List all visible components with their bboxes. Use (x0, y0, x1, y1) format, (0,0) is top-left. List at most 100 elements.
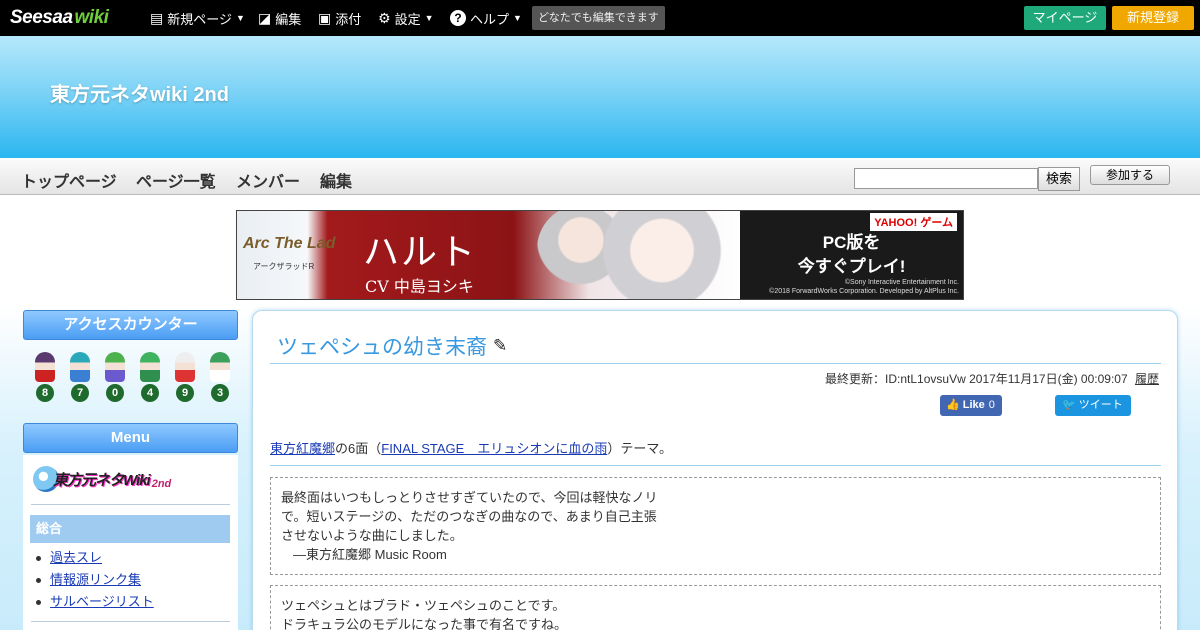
site-title[interactable]: 東方元ネタwiki 2nd (50, 78, 229, 107)
register-button[interactable]: 新規登録 (1112, 6, 1194, 30)
wiki-logo[interactable]: 東方元ネタWiki 2nd (33, 464, 185, 494)
tweet-label: ツイート (1078, 399, 1123, 411)
counter-digit-value: 9 (176, 384, 194, 402)
quote-line: で。短いステージの、ただのつなぎの曲なので、あまり自己主張 (281, 509, 657, 524)
mypage-button[interactable]: マイページ (1024, 6, 1106, 30)
sidebar-link-past-threads[interactable]: 過去スレ (50, 550, 102, 565)
menu-edit[interactable]: ◪ 編集 (258, 0, 301, 36)
counter-digit: 3 (205, 352, 235, 404)
sidebar-menu: 東方元ネタWiki 2nd 総合 過去スレ 情報源リンク集 サルベージリスト (23, 455, 238, 630)
gear-icon: ⚙ (378, 9, 391, 26)
chevron-down-icon: ▼ (424, 13, 434, 23)
menu-help[interactable]: ? ヘルプ ▼ (450, 0, 522, 36)
quote-line: ドラキュラ公のモデルになった事で有名ですね。 (281, 617, 568, 630)
banner-copyright-line2: ©2018 ForwardWorks Corporation. Develope… (769, 288, 959, 295)
history-link[interactable]: 履歴 (1135, 372, 1159, 386)
logo-seesaa-text: Seesaa (10, 7, 73, 28)
page-title: ツェペシュの幼き末裔 ✎ (277, 331, 507, 361)
twitter-icon: 🐦 (1062, 399, 1076, 411)
quote-block: ツェペシュとはブラド・ツェペシュのことです。 ドラキュラ公のモデルになった事で有… (270, 585, 1161, 630)
seesaa-wiki-logo[interactable]: Seesaa wiki (10, 6, 109, 30)
counter-digit-value: 8 (36, 384, 54, 402)
counter-digit-value: 3 (211, 384, 229, 402)
edit-icon: ◪ (258, 9, 272, 26)
banner-game-logo: Arc The Lad (243, 235, 336, 252)
nav-top-page[interactable]: トップページ (21, 168, 117, 192)
like-count: 0 (988, 399, 995, 411)
nav-edit[interactable]: 編集 (320, 168, 352, 192)
wiki-logo-sub: 2nd (151, 478, 172, 490)
list-item: 過去スレ (36, 549, 154, 571)
tweet-button[interactable]: 🐦 ツイート (1055, 395, 1131, 416)
quote-line: させないような曲にしました。 (281, 528, 463, 543)
like-label: Like (962, 399, 985, 411)
facebook-like-button[interactable]: 👍 Like 0 (940, 395, 1002, 416)
counter-digit-value: 4 (141, 384, 159, 402)
sidebar-link-list: 過去スレ 情報源リンク集 サルベージリスト (36, 549, 154, 615)
menu-attach[interactable]: ▣ 添付 (318, 0, 361, 36)
advertisement-banner[interactable]: Arc The Lad アークザラッドR ハルト CV 中島ヨシキ YAHOO!… (236, 210, 964, 300)
banner-game-logo-sub: アークザラッドR (253, 262, 315, 271)
counter-digit: 4 (135, 352, 165, 404)
nav-page-list[interactable]: ページ一覧 (136, 168, 216, 192)
meta-id: ID:ntL1ovsuVw (885, 372, 966, 386)
document-icon: ▤ (150, 9, 164, 26)
quote-source: ―東方紅魔郷 Music Room (293, 547, 447, 562)
banner-voice-actor: CV 中島ヨシキ (365, 277, 474, 296)
site-header: 東方元ネタwiki 2nd (0, 36, 1200, 158)
intro-mid-text: の6面（ (335, 441, 382, 456)
counter-digit: 0 (100, 352, 130, 404)
link-eosd[interactable]: 東方紅魔郷 (270, 441, 335, 456)
last-updated: 最終更新：ID:ntL1ovsuVw 2017年11月17日(金) 00:09:… (825, 370, 1159, 387)
facebook-like-icon: 👍 (946, 399, 960, 411)
meta-prefix: 最終更新： (825, 372, 886, 386)
menu-heading: Menu (23, 423, 238, 453)
list-item: サルベージリスト (36, 593, 154, 615)
menu-new-page-label: 新規ページ (167, 11, 232, 27)
anyone-can-edit-badge: どなたでも編集できます (532, 6, 665, 30)
nav-members[interactable]: メンバー (236, 168, 300, 192)
counter-digit-value: 7 (71, 384, 89, 402)
link-final-stage[interactable]: FINAL STAGE エリュシオンに血の雨 (381, 441, 607, 456)
divider (31, 504, 230, 505)
chevron-down-icon: ▼ (235, 13, 245, 23)
divider (31, 621, 230, 622)
access-counter: 8 7 0 4 9 3 (30, 352, 235, 404)
menu-attach-label: 添付 (335, 11, 362, 27)
page-title-text: ツェペシュの幼き末裔 (277, 336, 487, 359)
quote-block: 最終面はいつもしっとりさせすぎていたので、今回は軽快なノリ で。短いステージの、… (270, 477, 1161, 575)
logo-wiki-text: wiki (74, 7, 109, 28)
chevron-down-icon: ▼ (513, 13, 522, 23)
search-button[interactable]: 検索 (1038, 167, 1080, 191)
banner-character-image (587, 211, 737, 299)
sidebar-link-source-links[interactable]: 情報源リンク集 (50, 572, 141, 587)
pencil-icon[interactable]: ✎ (493, 336, 507, 356)
global-navigation: トップページ ページ一覧 メンバー 編集 検索 参加する (0, 158, 1200, 195)
quote-line: ツェペシュとはブラド・ツェペシュのことです。 (281, 598, 566, 613)
main-content: ツェペシュの幼き末裔 ✎ 最終更新：ID:ntL1ovsuVw 2017年11月… (252, 310, 1178, 630)
intro-end-text: ）テーマ。 (607, 441, 672, 456)
search-input[interactable] (854, 168, 1038, 189)
divider (270, 363, 1161, 364)
menu-settings-label: 設定 (394, 11, 421, 27)
menu-help-label: ヘルプ (470, 11, 510, 27)
image-icon: ▣ (318, 9, 332, 26)
banner-call-to-action: PC版を 今すぐプレイ! (740, 231, 963, 279)
banner-left-panel: Arc The Lad アークザラッドR ハルト CV 中島ヨシキ (237, 211, 740, 299)
sidebar-link-salvage-list[interactable]: サルベージリスト (50, 594, 154, 609)
join-button[interactable]: 参加する (1090, 165, 1170, 185)
intro-paragraph: 東方紅魔郷の6面（FINAL STAGE エリュシオンに血の雨）テーマ。 (270, 438, 672, 457)
wiki-logo-text: 東方元ネタWiki (53, 471, 151, 489)
banner-character-name: ハルト (363, 232, 478, 273)
quote-line: 最終面はいつもしっとりさせすぎていたので、今回は軽快なノリ (281, 490, 658, 505)
banner-copyright: ©Sony Interactive Entertainment Inc. ©20… (746, 278, 959, 296)
banner-right-panel: YAHOO! ゲーム PC版を 今すぐプレイ! ©Sony Interactiv… (739, 211, 963, 299)
meta-date: 2017年11月17日(金) 00:09:07 (969, 372, 1128, 386)
menu-settings[interactable]: ⚙ 設定 ▼ (378, 0, 434, 36)
menu-edit-label: 編集 (275, 11, 302, 27)
banner-copyright-line1: ©Sony Interactive Entertainment Inc. (844, 279, 959, 286)
divider (270, 465, 1161, 466)
counter-digit: 7 (65, 352, 95, 404)
menu-new-page[interactable]: ▤ 新規ページ ▼ (150, 0, 245, 36)
list-item: 情報源リンク集 (36, 571, 154, 593)
